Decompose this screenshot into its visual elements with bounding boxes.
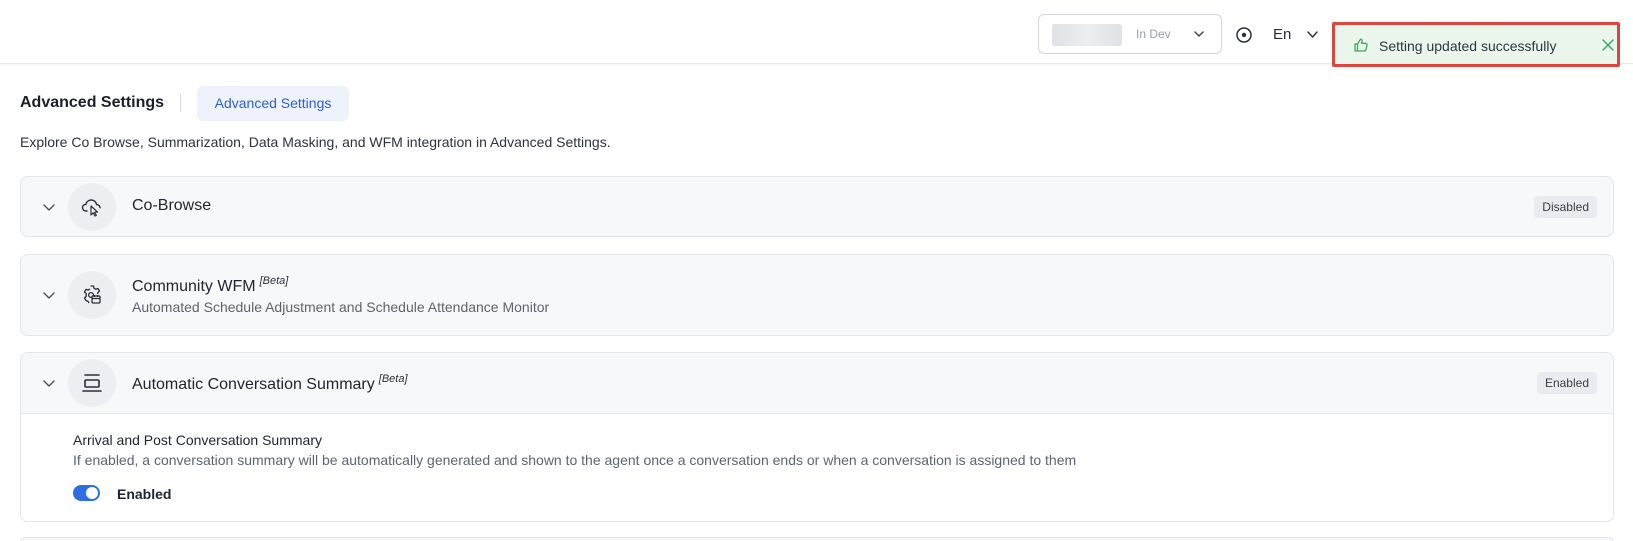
chevron-down-icon [1194, 31, 1204, 37]
setting-description: If enabled, a conversation summary will … [73, 452, 1077, 468]
section-partial [20, 537, 1614, 541]
section-community-wfm: Community WFM [Beta] Automated Schedule A… [20, 254, 1614, 336]
section-icon [68, 183, 116, 231]
page-description: Explore Co Browse, Summarization, Data M… [20, 134, 611, 150]
toast-message: Setting updated successfully [1379, 38, 1557, 54]
setting-title: Arrival and Post Conversation Summary [73, 432, 322, 448]
section-subtitle: Automated Schedule Adjustment and Schedu… [132, 299, 550, 315]
cloud-pointer-icon [81, 199, 101, 217]
section-title: Co-Browse [132, 197, 212, 214]
section-icon [68, 359, 116, 407]
tab-advanced-settings[interactable]: Advanced Settings [197, 86, 349, 121]
section-automatic-conversation-summary: Automatic Conversation Summary [Beta] Ena… [20, 352, 1614, 522]
status-badge: Enabled [1536, 372, 1597, 394]
redacted-workspace-name [1052, 24, 1122, 46]
beta-tag: [Beta] [378, 373, 408, 385]
section-co-browse: Co-Browse Disabled [20, 176, 1614, 237]
chevron-down-icon[interactable] [41, 287, 57, 303]
section-header[interactable]: Automatic Conversation Summary [Beta] Ena… [21, 353, 1613, 414]
toggle-label: Enabled [117, 486, 172, 502]
gear-calendar-icon [83, 285, 101, 304]
success-toast: Setting updated successfully [1332, 22, 1620, 67]
chevron-down-icon[interactable] [41, 199, 57, 215]
language-selector[interactable]: En [1273, 26, 1291, 43]
chevron-down-icon[interactable] [1305, 27, 1320, 42]
summary-icon [82, 374, 102, 392]
section-title-text: Community WFM [132, 278, 256, 295]
chevron-down-icon[interactable] [41, 375, 57, 391]
section-title-text: Automatic Conversation Summary [132, 376, 375, 393]
target-icon[interactable] [1235, 26, 1253, 44]
summary-toggle[interactable] [73, 485, 100, 501]
thumbs-up-icon [1354, 38, 1368, 52]
close-icon[interactable] [1601, 38, 1615, 52]
page-title: Advanced Settings [20, 94, 165, 111]
beta-tag: [Beta] [259, 275, 289, 287]
section-title: Community WFM [Beta] [132, 275, 288, 296]
section-icon [68, 271, 116, 319]
title-divider [180, 94, 181, 112]
environment-label: In Dev [1136, 27, 1171, 41]
section-title: Automatic Conversation Summary [Beta] [132, 373, 408, 394]
status-badge: Disabled [1534, 196, 1597, 218]
toggle-knob [86, 487, 98, 499]
environment-selector[interactable]: In Dev [1038, 14, 1222, 54]
